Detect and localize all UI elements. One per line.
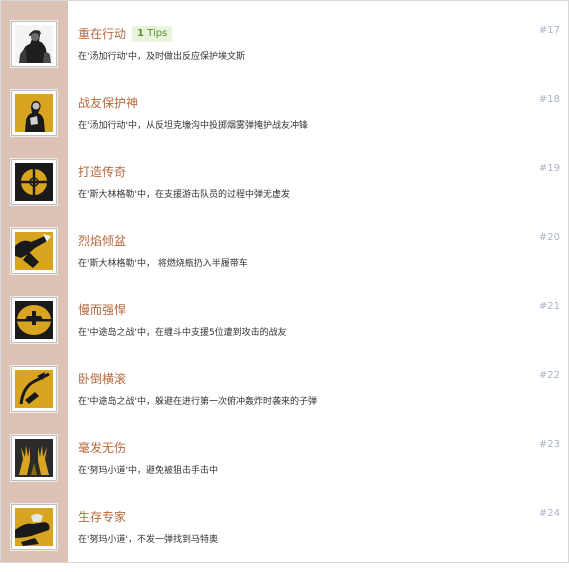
achievement-title[interactable]: 战友保护神 — [78, 95, 138, 111]
achievement-item: 重在行动 1 Tips 在'汤加行动'中，及时做出反应保护埃文斯 #17 — [1, 21, 568, 89]
achievement-description: 在'汤加行动'中，及时做出反应保护埃文斯 — [78, 52, 245, 62]
achievement-number: #20 — [538, 232, 560, 243]
achievement-description: 在'斯大林格勒'中，在支援游击队员的过程中弹无虚发 — [78, 190, 290, 200]
tips-count: 1 — [137, 28, 144, 39]
soldiers-portrait-icon — [11, 21, 57, 67]
tips-label: Tips — [147, 28, 168, 39]
survival-hands-icon — [11, 504, 57, 550]
achievement-item: 毫发无伤 在'努玛小道'中，避免被狙击手击中 #23 — [1, 435, 568, 503]
achievement-description: 在'努玛小道'中，避免被狙击手击中 — [78, 466, 218, 476]
achievement-description: 在'汤加行动'中，从反坦克壕沟中投掷烟雾弹掩护战友冲锋 — [78, 121, 308, 131]
achievement-number: #18 — [538, 94, 560, 105]
achievement-title[interactable]: 卧倒横滚 — [78, 371, 126, 387]
achievement-item: 慢而强悍 在'中途岛之战'中，在缠斗中支援5位遭到攻击的战友 #21 — [1, 297, 568, 365]
achievement-title[interactable]: 毫发无伤 — [78, 440, 126, 456]
achievement-number: #17 — [538, 25, 560, 36]
firebomb-throw-icon — [11, 228, 57, 274]
achievement-number: #22 — [538, 370, 560, 381]
achievement-number: #21 — [538, 301, 560, 312]
achievement-title[interactable]: 慢而强悍 — [78, 302, 126, 318]
achievement-item: 烈焰倾盆 在'斯大林格勒'中， 将燃烧瓶扔入半履带车 #20 — [1, 228, 568, 296]
achievement-item: 战友保护神 在'汤加行动'中，从反坦克壕沟中投掷烟雾弹掩护战友冲锋 #18 — [1, 90, 568, 158]
achievement-description: 在'中途岛之战'中，躲避在进行第一次俯冲轰炸时袭来的子弹 — [78, 397, 317, 407]
achievement-item: 生存专家 在'努玛小道'，不发一弹找到马特奥 #24 — [1, 504, 568, 572]
dodging-bullet-icon — [11, 366, 57, 412]
achievement-description: 在'努玛小道'，不发一弹找到马特奥 — [78, 535, 218, 545]
achievement-title-text[interactable]: 重在行动 — [78, 27, 126, 41]
achievement-number: #23 — [538, 439, 560, 450]
crosshair-icon — [11, 159, 57, 205]
achievement-item: 卧倒横滚 在'中途岛之战'中，躲避在进行第一次俯冲轰炸时袭来的子弹 #22 — [1, 366, 568, 434]
plane-scope-icon — [11, 297, 57, 343]
achievement-description: 在'斯大林格勒'中， 将燃烧瓶扔入半履带车 — [78, 259, 248, 269]
soldier-shield-icon — [11, 90, 57, 136]
achievement-list: 重在行动 1 Tips 在'汤加行动'中，及时做出反应保护埃文斯 #17 战友保护… — [0, 0, 569, 563]
achievement-title[interactable]: 打造传奇 — [78, 164, 126, 180]
achievement-description: 在'中途岛之战'中，在缠斗中支援5位遭到攻击的战友 — [78, 328, 287, 338]
tips-badge[interactable]: 1 Tips — [132, 26, 173, 42]
achievement-item: 打造传奇 在'斯大林格勒'中，在支援游击队员的过程中弹无虚发 #19 — [1, 159, 568, 227]
achievement-number: #24 — [538, 508, 560, 519]
achievement-title[interactable]: 重在行动 1 Tips — [78, 26, 173, 42]
achievement-title[interactable]: 烈焰倾盆 — [78, 233, 126, 249]
achievement-number: #19 — [538, 163, 560, 174]
claw-hands-icon — [11, 435, 57, 481]
achievement-title[interactable]: 生存专家 — [78, 509, 126, 525]
